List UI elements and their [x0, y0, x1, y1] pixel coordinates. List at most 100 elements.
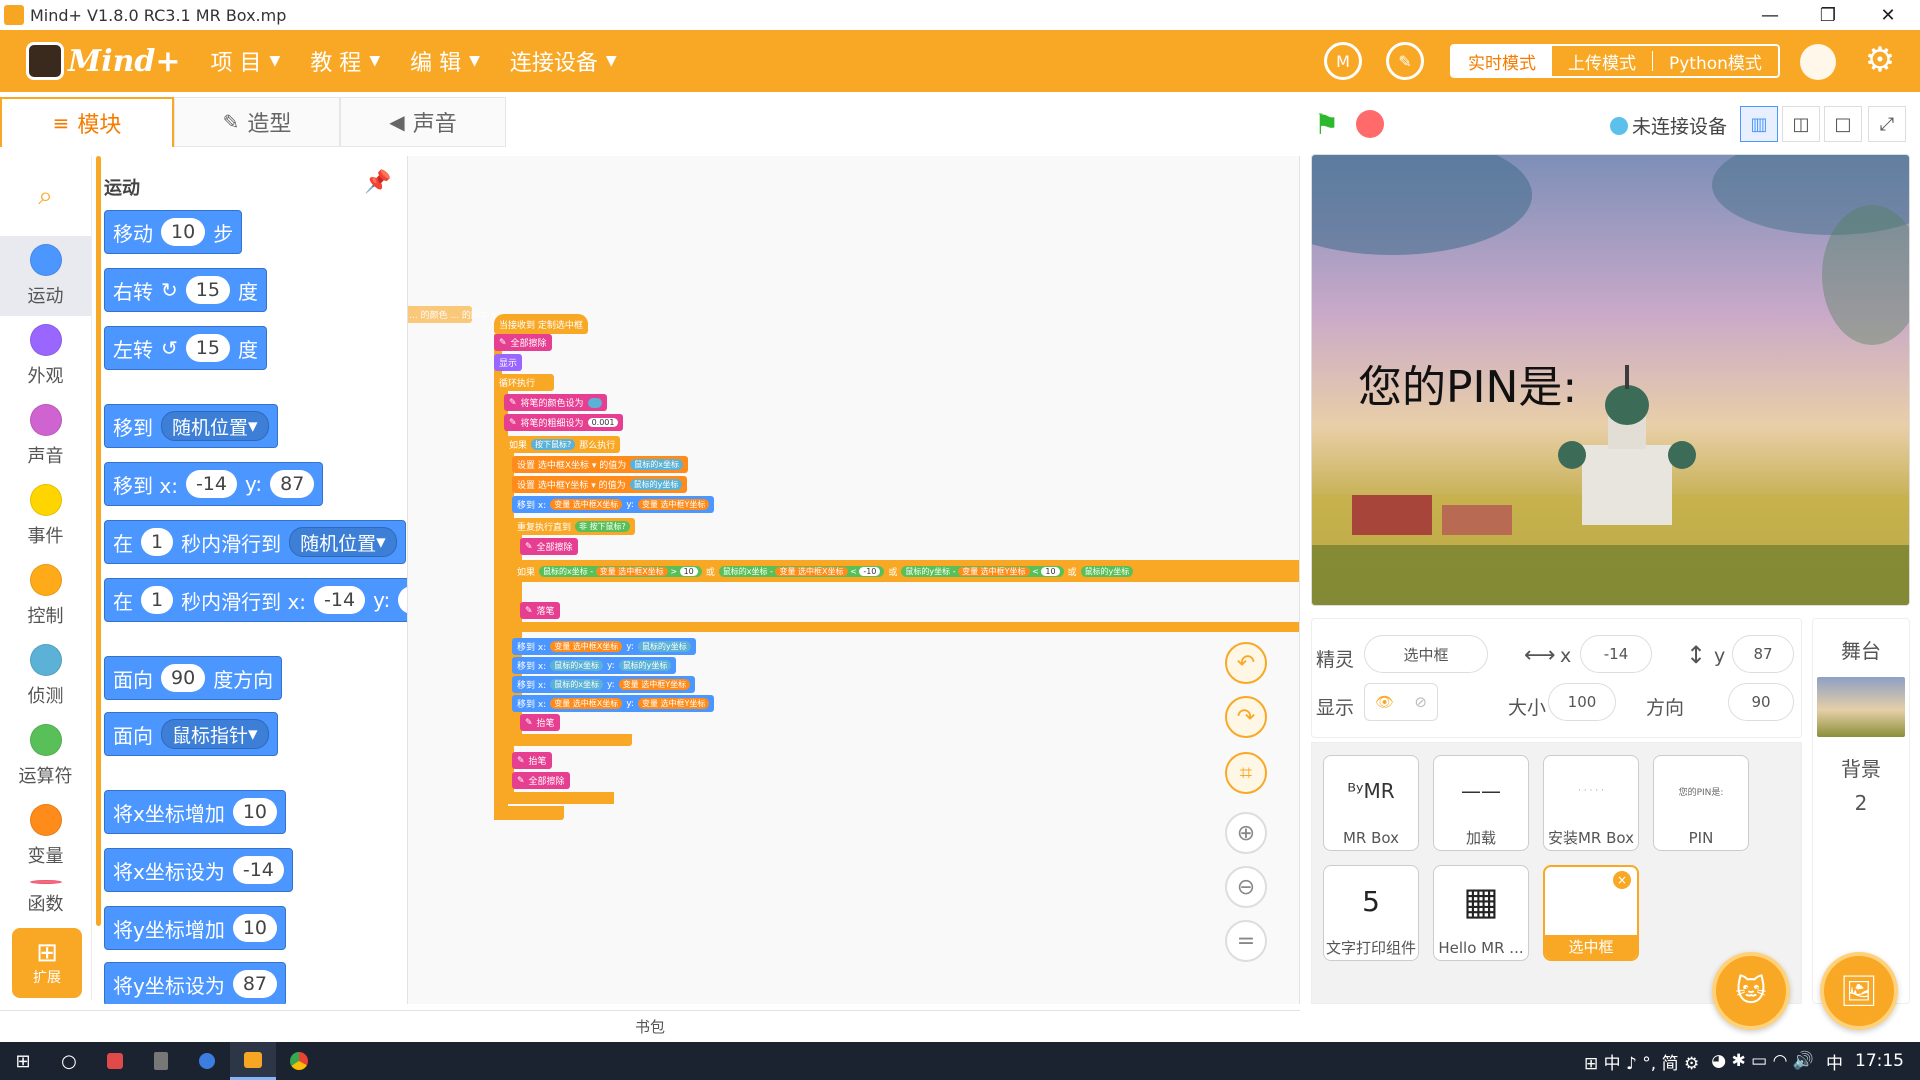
- tab-blocks[interactable]: ≡ 模块: [0, 97, 174, 147]
- menu-connect-device[interactable]: 连接设备 ▼: [510, 45, 617, 77]
- script-area[interactable]: 如果 ... 将红色 ... 的颜色 ... 的脚本 ▾ 当接收到 定制选中框 …: [408, 156, 1300, 1004]
- menu-tutorial[interactable]: 教 程 ▼: [310, 45, 380, 77]
- zoom-reset-icon[interactable]: =: [1225, 920, 1267, 962]
- feedback-icon[interactable]: ✎: [1386, 42, 1424, 80]
- block-show[interactable]: 显示: [494, 354, 523, 371]
- sprite-name-input[interactable]: 选中框: [1364, 635, 1488, 673]
- maximize-button[interactable]: ❐: [1800, 0, 1856, 30]
- block-change-x[interactable]: 将x坐标增加 10: [104, 790, 287, 834]
- backpack[interactable]: 书包: [0, 1010, 1300, 1042]
- block-turn-right[interactable]: 右转 ↻ 15 度: [104, 268, 267, 312]
- category-functions[interactable]: 函数: [0, 876, 91, 916]
- sprite-thumb[interactable]: —— 加载: [1433, 755, 1529, 851]
- search-icon[interactable]: ⌕: [0, 156, 91, 236]
- ime-toolbar[interactable]: ⊞ 中 ♪ °, 简 ⚙: [1584, 1049, 1699, 1074]
- crop-icon[interactable]: ⌗: [1225, 752, 1267, 794]
- add-backdrop-button[interactable]: 🖼: [1820, 952, 1898, 1030]
- block-goto-corner-2[interactable]: 移到 x: 鼠标的x坐标 y: 鼠标的y坐标: [512, 657, 677, 674]
- tab-costumes[interactable]: ✎ 造型: [174, 97, 340, 147]
- normal-stage-icon[interactable]: ◫: [1782, 106, 1820, 142]
- block-clear-2[interactable]: ✎ 全部擦除: [520, 538, 578, 555]
- block-move[interactable]: 移动 10 步: [104, 210, 243, 254]
- block-pen-down[interactable]: ✎ 落笔: [520, 602, 560, 619]
- block-set-pen-size[interactable]: ✎ 将笔的粗细设为 0.001: [504, 414, 624, 431]
- block-glide-xy[interactable]: 在1秒内滑行到 x:-14y:87: [104, 578, 407, 622]
- eye-icon[interactable]: 👁: [1375, 693, 1394, 711]
- redo-icon[interactable]: ↷: [1225, 696, 1267, 738]
- category-looks[interactable]: 外观: [0, 316, 91, 396]
- taskbar-chrome-icon[interactable]: [276, 1042, 322, 1080]
- block-if-bounds[interactable]: 如果 鼠标的x坐标 - 变量 选中框X坐标 > 10 或 鼠标的x坐标 - 变量…: [512, 560, 1299, 582]
- category-motion[interactable]: 运动: [0, 236, 91, 316]
- block-change-y[interactable]: 将y坐标增加 10: [104, 906, 287, 950]
- block-set-var-x[interactable]: 设置 选中框X坐标 ▾ 的值为 鼠标的x坐标: [512, 456, 689, 473]
- upload-mode-button[interactable]: 上传模式: [1552, 46, 1652, 76]
- windows-start-icon[interactable]: ⊞: [0, 1042, 46, 1080]
- sprite-thumb[interactable]: 您的PIN是: PIN: [1653, 755, 1749, 851]
- menu-edit[interactable]: 编 辑 ▼: [410, 45, 480, 77]
- block-set-var-y[interactable]: 设置 选中框Y坐标 ▾ 的值为 鼠标的y坐标: [512, 476, 688, 493]
- small-stage-icon[interactable]: ▥: [1740, 106, 1778, 142]
- settings-gear-icon[interactable]: ⚙: [1862, 42, 1898, 78]
- sprite-thumb[interactable]: ▦ Hello MR ...: [1433, 865, 1529, 961]
- size-input[interactable]: 100: [1548, 683, 1616, 721]
- add-sprite-button[interactable]: 🐱: [1712, 952, 1790, 1030]
- category-sensing[interactable]: 侦测: [0, 636, 91, 716]
- user-avatar[interactable]: [1800, 44, 1836, 80]
- block-clear[interactable]: ✎ 全部擦除: [494, 334, 552, 351]
- block-turn-left[interactable]: 左转 ↺ 15 度: [104, 326, 267, 370]
- block-goto-corner-4[interactable]: 移到 x: 变量 选中框X坐标 y: 变量 选中框Y坐标: [512, 695, 715, 712]
- block-set-y[interactable]: 将y坐标设为 87: [104, 962, 287, 1004]
- block-clear-3[interactable]: ✎ 全部擦除: [512, 772, 570, 789]
- tray-icons[interactable]: ◕ ✱ ▭ ◠ 🔊: [1711, 1051, 1814, 1071]
- undo-icon[interactable]: ↶: [1225, 642, 1267, 684]
- community-icon[interactable]: M: [1324, 42, 1362, 80]
- stage-panel[interactable]: 舞台 背景 2: [1812, 618, 1910, 1004]
- menu-project[interactable]: 项 目 ▼: [211, 45, 281, 77]
- minimize-button[interactable]: —: [1742, 0, 1798, 30]
- block-glide[interactable]: 在 1 秒内滑行到 随机位置 ▾: [104, 520, 406, 564]
- close-button[interactable]: ✕: [1860, 0, 1916, 30]
- block-pen-up[interactable]: ✎ 抬笔: [520, 714, 560, 731]
- sprite-thumb-selected[interactable]: × 选中框: [1543, 865, 1639, 961]
- taskbar-calculator-icon[interactable]: [138, 1042, 184, 1080]
- cortana-search-icon[interactable]: ○: [46, 1042, 92, 1080]
- extension-button[interactable]: ⊞ 扩展: [12, 928, 82, 998]
- sprite-thumb[interactable]: · · · · · 安装MR Box: [1543, 755, 1639, 851]
- block-set-x[interactable]: 将x坐标设为 -14: [104, 848, 293, 892]
- hat-block[interactable]: 当接收到 定制选中框: [494, 314, 588, 334]
- block-point-towards[interactable]: 面向 鼠标指针 ▾: [104, 712, 278, 756]
- sprite-thumb[interactable]: 5 文字打印组件: [1323, 865, 1419, 961]
- block-repeat-until[interactable]: 重复执行直到非 按下鼠标?: [512, 518, 635, 535]
- block-point-direction[interactable]: 面向 90 度方向: [104, 656, 283, 700]
- pin-icon[interactable]: 📌: [364, 170, 391, 195]
- green-flag-icon[interactable]: ⚑: [1314, 108, 1339, 141]
- category-variables[interactable]: 变量: [0, 796, 91, 876]
- fullscreen-icon[interactable]: ⤢: [1868, 106, 1906, 142]
- stage[interactable]: 您的PIN是:: [1311, 154, 1910, 606]
- direction-input[interactable]: 90: [1728, 683, 1794, 721]
- ime-indicator[interactable]: 中: [1826, 1049, 1843, 1074]
- block-goto-corner-3[interactable]: 移到 x: 鼠标的x坐标 y: 变量 选中框Y坐标: [512, 676, 696, 693]
- y-input[interactable]: 87: [1732, 635, 1794, 673]
- taskbar-mindplus-icon[interactable]: [230, 1042, 276, 1080]
- taskbar-app-red-icon[interactable]: [92, 1042, 138, 1080]
- category-operators[interactable]: 运算符: [0, 716, 91, 796]
- visibility-toggle[interactable]: 👁 ⊘: [1364, 683, 1438, 721]
- category-events[interactable]: 事件: [0, 476, 91, 556]
- taskbar-app-blue-icon[interactable]: [184, 1042, 230, 1080]
- zoom-in-icon[interactable]: ⊕: [1225, 812, 1267, 854]
- block-goto-var[interactable]: 移到 x: 变量 选中框X坐标 y: 变量 选中框Y坐标: [512, 496, 715, 513]
- x-input[interactable]: -14: [1580, 635, 1652, 673]
- large-stage-icon[interactable]: □: [1824, 106, 1862, 142]
- block-pen-up-2[interactable]: ✎ 抬笔: [512, 752, 552, 769]
- block-if-mouse[interactable]: 如果 按下鼠标? 那么执行: [504, 436, 621, 453]
- category-control[interactable]: 控制: [0, 556, 91, 636]
- clock[interactable]: 17:15: [1855, 1051, 1904, 1071]
- block-forever[interactable]: 循环执行: [494, 374, 554, 391]
- stop-icon[interactable]: [1356, 110, 1384, 138]
- realtime-mode-button[interactable]: 实时模式: [1452, 46, 1552, 76]
- block-goto-xy[interactable]: 移到 x: -14 y: 87: [104, 462, 324, 506]
- sprite-thumb[interactable]: ᴮʸMR MR Box: [1323, 755, 1419, 851]
- python-mode-button[interactable]: Python模式: [1653, 46, 1778, 76]
